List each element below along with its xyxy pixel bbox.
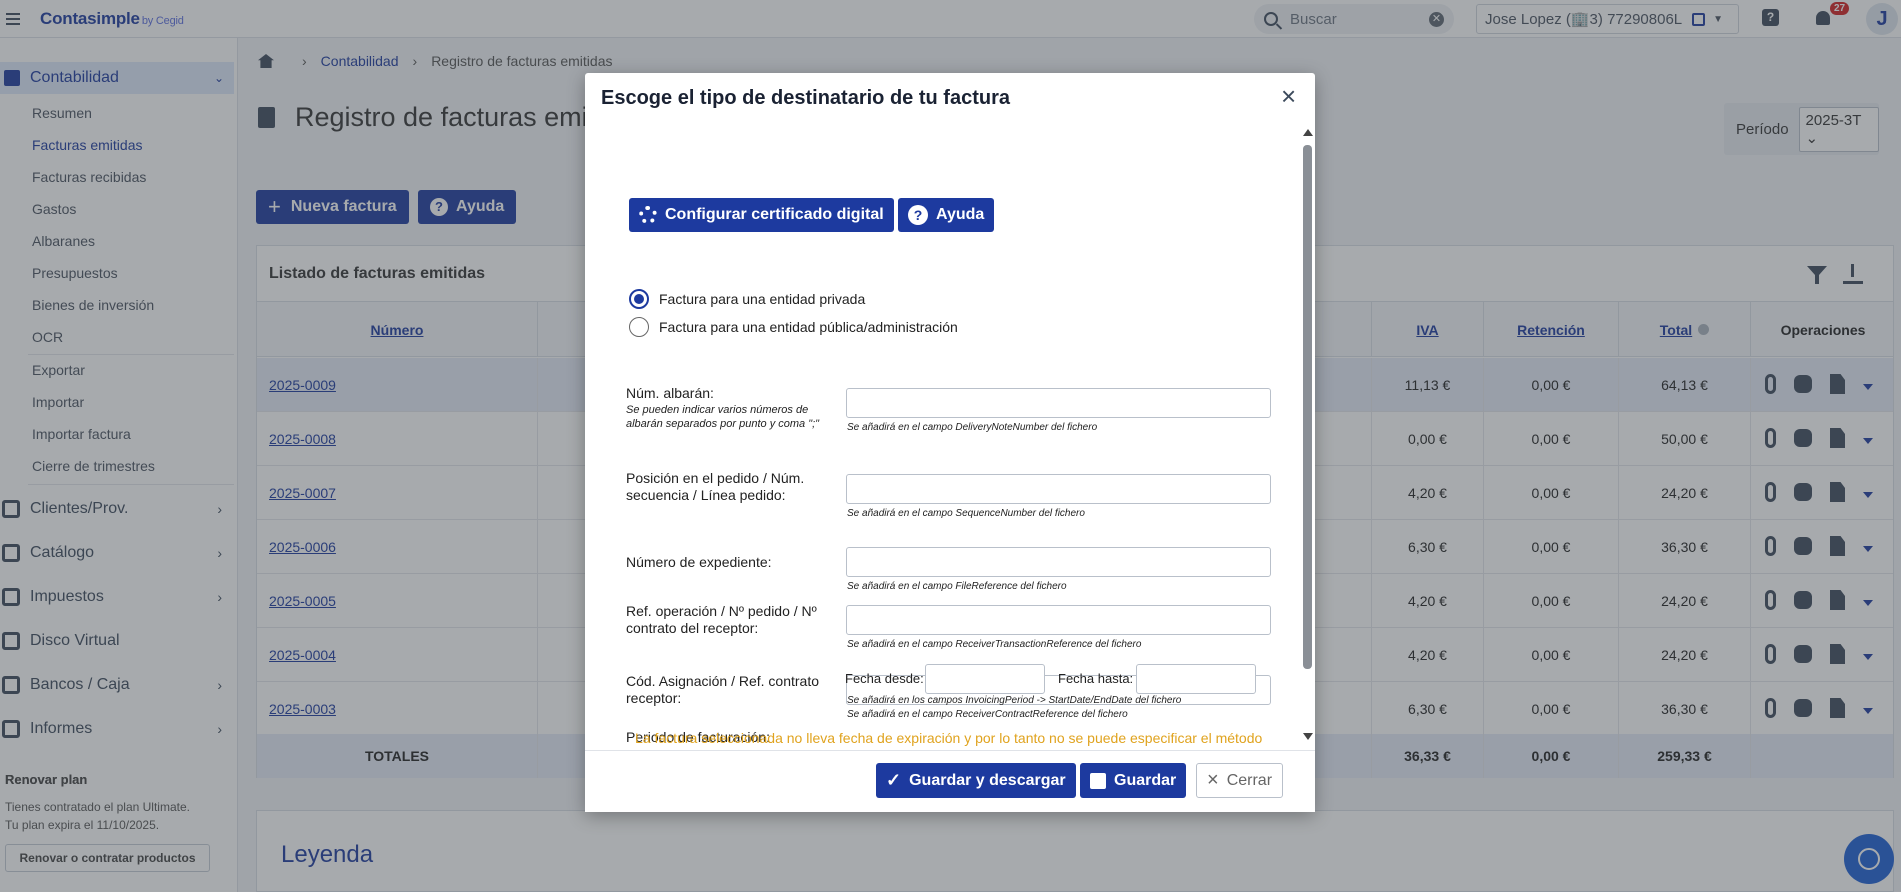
- radio-private-label[interactable]: Factura para una entidad privada: [659, 291, 865, 307]
- gear-icon: [639, 206, 657, 224]
- expediente-label: Número de expediente:: [626, 554, 772, 570]
- dialog-footer: ✓ Guardar y descargar Guardar × Cerrar: [585, 750, 1315, 812]
- periodo-note: Se añadirá en los campos InvoicingPeriod…: [847, 695, 1182, 706]
- expediente-note: Se añadirá en el campo FileReference del…: [847, 581, 1067, 592]
- help-icon: ?: [908, 205, 928, 225]
- dialog-help-label: Ayuda: [936, 206, 985, 223]
- close-icon: ×: [1207, 769, 1219, 791]
- fecha-desde-label: Fecha desde:: [845, 671, 924, 686]
- cancel-button[interactable]: × Cerrar: [1196, 763, 1284, 798]
- expediente-input[interactable]: [846, 547, 1271, 577]
- scroll-down-icon[interactable]: [1303, 733, 1313, 740]
- refop-input[interactable]: [846, 605, 1271, 635]
- posicion-note: Se añadirá en el campo SequenceNumber de…: [847, 508, 1085, 519]
- configure-certificate-label: Configurar certificado digital: [665, 206, 884, 223]
- floppy-icon: [1090, 772, 1106, 789]
- posicion-label: Posición en el pedido / Núm. secuencia /…: [626, 470, 805, 503]
- codasig-label: Cód. Asignación / Ref. contrato receptor…: [626, 673, 819, 706]
- radio-public[interactable]: Factura para una entidad pública/adminis…: [629, 317, 958, 337]
- scrollbar-thumb[interactable]: [1303, 145, 1312, 669]
- posicion-input[interactable]: [846, 474, 1271, 504]
- dialog-scrollbar[interactable]: [1301, 129, 1315, 743]
- close-icon[interactable]: ×: [1281, 83, 1296, 109]
- albaran-label: Núm. albarán:: [626, 385, 714, 401]
- fecha-hasta-label: Fecha hasta:: [1058, 671, 1134, 686]
- refop-label: Ref. operación / Nº pedido / Nº contrato…: [626, 603, 817, 636]
- check-icon: ✓: [886, 770, 902, 790]
- configure-certificate-button[interactable]: Configurar certificado digital: [629, 198, 894, 232]
- dialog-body: Configurar certificado digital ? Ayuda F…: [585, 129, 1301, 743]
- radio-public-label[interactable]: Factura para una entidad pública/adminis…: [659, 319, 958, 335]
- dialog-title: Escoge el tipo de destinatario de tu fac…: [601, 87, 1010, 109]
- expiration-warning: La factura seleccionada no lleva fecha d…: [635, 730, 1263, 746]
- radio-button-checked[interactable]: [629, 289, 649, 309]
- albaran-hint: Se pueden indicar varios números de alba…: [626, 404, 820, 430]
- cancel-label: Cerrar: [1226, 771, 1273, 789]
- save-and-download-label: Guardar y descargar: [909, 771, 1066, 789]
- fecha-hasta-input[interactable]: [1136, 664, 1256, 694]
- save-label: Guardar: [1114, 771, 1177, 789]
- radio-button[interactable]: [629, 317, 649, 337]
- refop-note: Se añadirá en el campo ReceiverTransacti…: [847, 639, 1142, 650]
- save-and-download-button[interactable]: ✓ Guardar y descargar: [876, 763, 1076, 798]
- radio-private[interactable]: Factura para una entidad privada: [629, 289, 865, 309]
- save-button[interactable]: Guardar: [1080, 763, 1187, 798]
- fecha-desde-input[interactable]: [925, 664, 1045, 694]
- scroll-up-icon[interactable]: [1303, 129, 1313, 136]
- albaran-note: Se añadirá en el campo DeliveryNoteNumbe…: [847, 422, 1098, 433]
- albaran-input[interactable]: [846, 388, 1271, 418]
- dialog-help-button[interactable]: ? Ayuda: [898, 198, 995, 232]
- codasig-note: Se añadirá en el campo ReceiverContractR…: [847, 709, 1128, 720]
